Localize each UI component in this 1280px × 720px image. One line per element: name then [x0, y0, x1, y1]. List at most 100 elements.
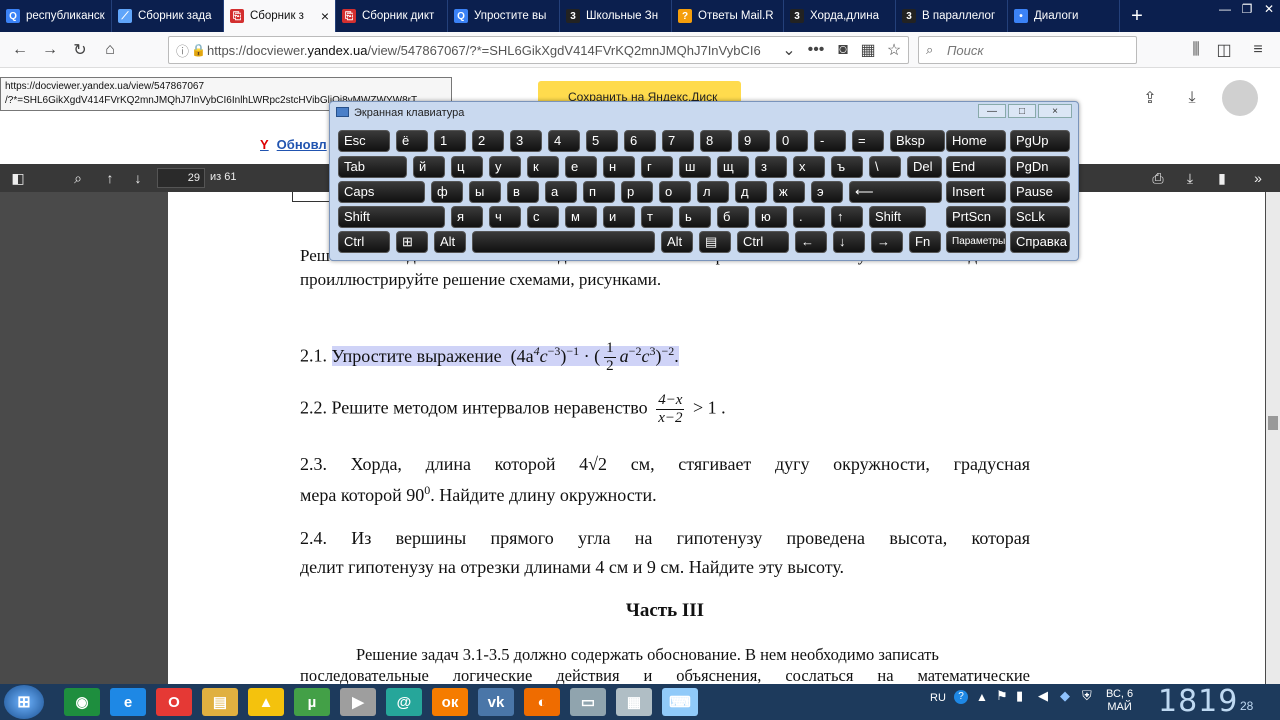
- keyboard-key[interactable]: з: [755, 156, 787, 178]
- keyboard-key[interactable]: End: [946, 156, 1006, 178]
- shield-icon[interactable]: ⛨: [1082, 688, 1092, 704]
- keyboard-key[interactable]: ь: [679, 206, 711, 228]
- browser-tab[interactable]: ⎘ Сборник дикт: [336, 0, 448, 32]
- keyboard-key[interactable]: я: [451, 206, 483, 228]
- flag-icon[interactable]: ⚑: [996, 688, 1008, 704]
- scrollbar-thumb[interactable]: [1268, 416, 1278, 430]
- print-icon[interactable]: ⎙: [1148, 168, 1168, 188]
- keyboard-key[interactable]: м: [565, 206, 597, 228]
- keyboard-key[interactable]: э: [811, 181, 843, 203]
- menu-icon[interactable]: ≡: [1248, 40, 1268, 60]
- keyboard-key[interactable]: [472, 231, 655, 253]
- keyboard-key[interactable]: Fn: [909, 231, 941, 253]
- more-tools-icon[interactable]: »: [1248, 168, 1268, 188]
- pocket-icon[interactable]: ◙: [833, 40, 853, 60]
- keyboard-key[interactable]: PrtScn: [946, 206, 1006, 228]
- keyboard-key[interactable]: Del: [907, 156, 942, 178]
- keyboard-key[interactable]: ю: [755, 206, 787, 228]
- calculator-icon[interactable]: ▦: [616, 688, 652, 716]
- browser-tab[interactable]: ? Ответы Mail.R: [672, 0, 784, 32]
- thumbnails-icon[interactable]: ◧: [8, 168, 28, 188]
- keyboard-key[interactable]: ж: [773, 181, 805, 203]
- keyboard-key[interactable]: х: [793, 156, 825, 178]
- info-icon[interactable]: ⓘ: [176, 41, 189, 60]
- reload-icon[interactable]: ↻: [70, 40, 90, 60]
- keyboard-key[interactable]: Bksp: [890, 130, 945, 152]
- keyboard-key[interactable]: -: [814, 130, 846, 152]
- keyboard-key[interactable]: ↑: [831, 206, 863, 228]
- keyboard-key[interactable]: ScLk: [1010, 206, 1070, 228]
- keyboard-close-icon[interactable]: ×: [1038, 104, 1072, 118]
- media-icon[interactable]: ▶: [340, 688, 376, 716]
- find-icon[interactable]: ⌕: [68, 168, 88, 188]
- keyboard-key[interactable]: PgUp: [1010, 130, 1070, 152]
- odnoklassniki-icon[interactable]: ок: [432, 688, 468, 716]
- keyboard-key[interactable]: Shift: [338, 206, 445, 228]
- firefox-icon[interactable]: ◐: [524, 688, 560, 716]
- url-dropdown-icon[interactable]: ⌄: [779, 40, 799, 60]
- keyboard-key[interactable]: Insert: [946, 181, 1006, 203]
- keyboard-key[interactable]: Esc: [338, 130, 390, 152]
- keyboard-key[interactable]: 7: [662, 130, 694, 152]
- browser-tab[interactable]: Q Упростите вы: [448, 0, 560, 32]
- keyboard-key[interactable]: =: [852, 130, 884, 152]
- keyboard-key[interactable]: ⊞: [396, 231, 428, 253]
- keyboard-key[interactable]: 9: [738, 130, 770, 152]
- tray-date[interactable]: ВС, 6 МАЙ: [1106, 688, 1133, 714]
- keyboard-key[interactable]: ↓: [833, 231, 865, 253]
- keyboard-key[interactable]: 2: [472, 130, 504, 152]
- keyboard-key[interactable]: ⟵: [849, 181, 942, 203]
- keyboard-key[interactable]: о: [659, 181, 691, 203]
- keyboard-key[interactable]: р: [621, 181, 653, 203]
- keyboard-key[interactable]: д: [735, 181, 767, 203]
- back-icon[interactable]: ←: [10, 40, 30, 60]
- keyboard-key[interactable]: Alt: [434, 231, 466, 253]
- new-tab-button[interactable]: +: [1120, 0, 1154, 32]
- keyboard-key[interactable]: 8: [700, 130, 732, 152]
- keyboard-key[interactable]: щ: [717, 156, 749, 178]
- keyboard-key[interactable]: п: [583, 181, 615, 203]
- app-tray-icon[interactable]: ◆: [1060, 688, 1070, 704]
- close-tab-icon[interactable]: ×: [321, 8, 329, 24]
- avatar[interactable]: [1222, 80, 1258, 116]
- help-icon[interactable]: ?: [954, 690, 968, 704]
- page-number-input[interactable]: 29: [157, 168, 205, 188]
- keyboard-key[interactable]: 3: [510, 130, 542, 152]
- explorer-window-icon[interactable]: ▭: [570, 688, 606, 716]
- keyboard-key[interactable]: Caps: [338, 181, 425, 203]
- keyboard-key[interactable]: \: [869, 156, 901, 178]
- keyboard-key[interactable]: ч: [489, 206, 521, 228]
- keyboard-key[interactable]: Параметры: [946, 231, 1006, 253]
- browser-tab[interactable]: Qреспубликанск: [0, 0, 112, 32]
- mail-agent-icon[interactable]: @: [386, 688, 422, 716]
- keyboard-key[interactable]: →: [871, 231, 903, 253]
- tray-clock[interactable]: 1819: [1158, 684, 1238, 719]
- home-icon[interactable]: ⌂: [100, 40, 120, 60]
- keyboard-key[interactable]: Home: [946, 130, 1006, 152]
- save-icon[interactable]: ⤓: [1180, 168, 1200, 188]
- language-indicator[interactable]: RU: [930, 692, 946, 704]
- keyboard-key[interactable]: .: [793, 206, 825, 228]
- forward-icon[interactable]: →: [40, 40, 60, 60]
- keyboard-key[interactable]: ц: [451, 156, 483, 178]
- minimize-icon[interactable]: —: [1214, 0, 1236, 18]
- vertical-scrollbar[interactable]: [1266, 192, 1280, 684]
- opera-icon[interactable]: O: [156, 688, 192, 716]
- keyboard-key[interactable]: Alt: [661, 231, 693, 253]
- browser-tab[interactable]: 3 В параллелог: [896, 0, 1008, 32]
- library-icon[interactable]: ⫼: [1186, 40, 1206, 60]
- browser-tab[interactable]: ⎘ Сборник з ×: [224, 0, 336, 32]
- keyboard-key[interactable]: б: [717, 206, 749, 228]
- prev-page-icon[interactable]: ↑: [100, 168, 120, 188]
- network-icon[interactable]: ▮: [1016, 688, 1023, 704]
- tray-expand-icon[interactable]: ▲: [976, 690, 988, 704]
- volume-icon[interactable]: ◀: [1038, 688, 1048, 704]
- keyboard-key[interactable]: т: [641, 206, 673, 228]
- keyboard-key[interactable]: в: [507, 181, 539, 203]
- keyboard-key[interactable]: ъ: [831, 156, 863, 178]
- restore-icon[interactable]: ❐: [1236, 0, 1258, 18]
- keyboard-key[interactable]: ←: [795, 231, 827, 253]
- keyboard-key[interactable]: Pause: [1010, 181, 1070, 203]
- bookmark-icon[interactable]: ▮: [1212, 168, 1232, 188]
- search-input[interactable]: ⌕ Поиск: [918, 36, 1137, 64]
